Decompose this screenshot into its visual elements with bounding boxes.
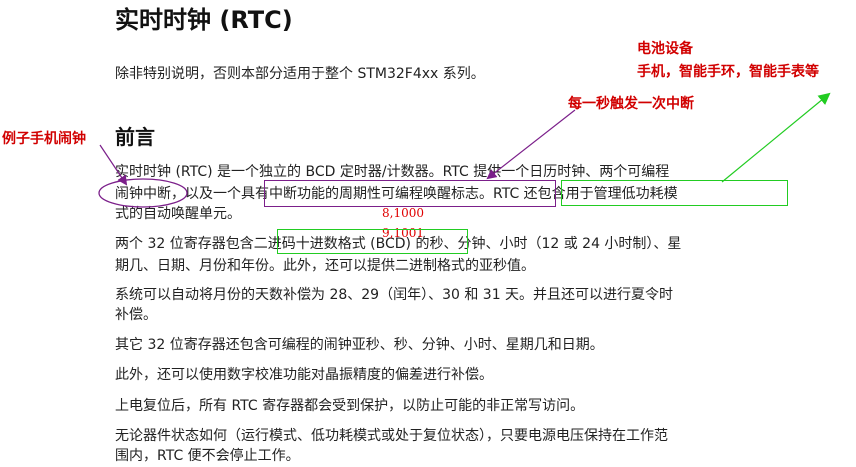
preface-heading: 前言 xyxy=(115,125,155,149)
alarm-example-annotation: 例子手机闹钟 xyxy=(2,131,86,147)
para3-line2: 补偿。 xyxy=(115,307,157,323)
bcd-example-1: 8,1000 xyxy=(382,206,424,220)
para7-line1: 无论器件状态如何（运行模式、低功耗模式或处于复位状态），只要电源电压保持在工作范 xyxy=(115,428,668,444)
battery-device-annotation-line2: 手机，智能手环，智能手表等 xyxy=(637,64,819,80)
para1-line3: 式的自动唤醒单元。 xyxy=(115,206,241,222)
bcd-format-highlight-box xyxy=(277,229,468,254)
para7-line2: 围内，RTC 便不会停止工作。 xyxy=(115,448,300,464)
wakeup-interrupt-annotation: 每一秒触发一次中断 xyxy=(568,96,694,112)
page-title: 实时时钟 (RTC) xyxy=(115,6,293,34)
periodic-wakeup-highlight-box xyxy=(264,180,556,207)
para6: 上电复位后，所有 RTC 寄存器都会受到保护，以防止可能的非正常写访问。 xyxy=(115,398,585,414)
scope-note: 除非特别说明，否则本部分适用于整个 STM32F4xx 系列。 xyxy=(115,66,485,82)
para4: 其它 32 位寄存器还包含可编程的闹钟亚秒、秒、分钟、小时、星期几和日期。 xyxy=(115,337,604,353)
low-power-arrow xyxy=(721,92,831,183)
para3-line1: 系统可以自动将月份的天数补偿为 28、29（闰年）、30 和 31 天。并且还可… xyxy=(115,287,674,303)
battery-device-annotation-line1: 电池设备 xyxy=(637,41,693,57)
para5: 此外，还可以使用数字校准功能对晶振精度的偏差进行补偿。 xyxy=(115,367,493,383)
low-power-highlight-box xyxy=(561,180,788,206)
para2-line2: 期几、日期、月份和年份。此外，还可以提供二进制格式的亚秒值。 xyxy=(115,258,535,274)
